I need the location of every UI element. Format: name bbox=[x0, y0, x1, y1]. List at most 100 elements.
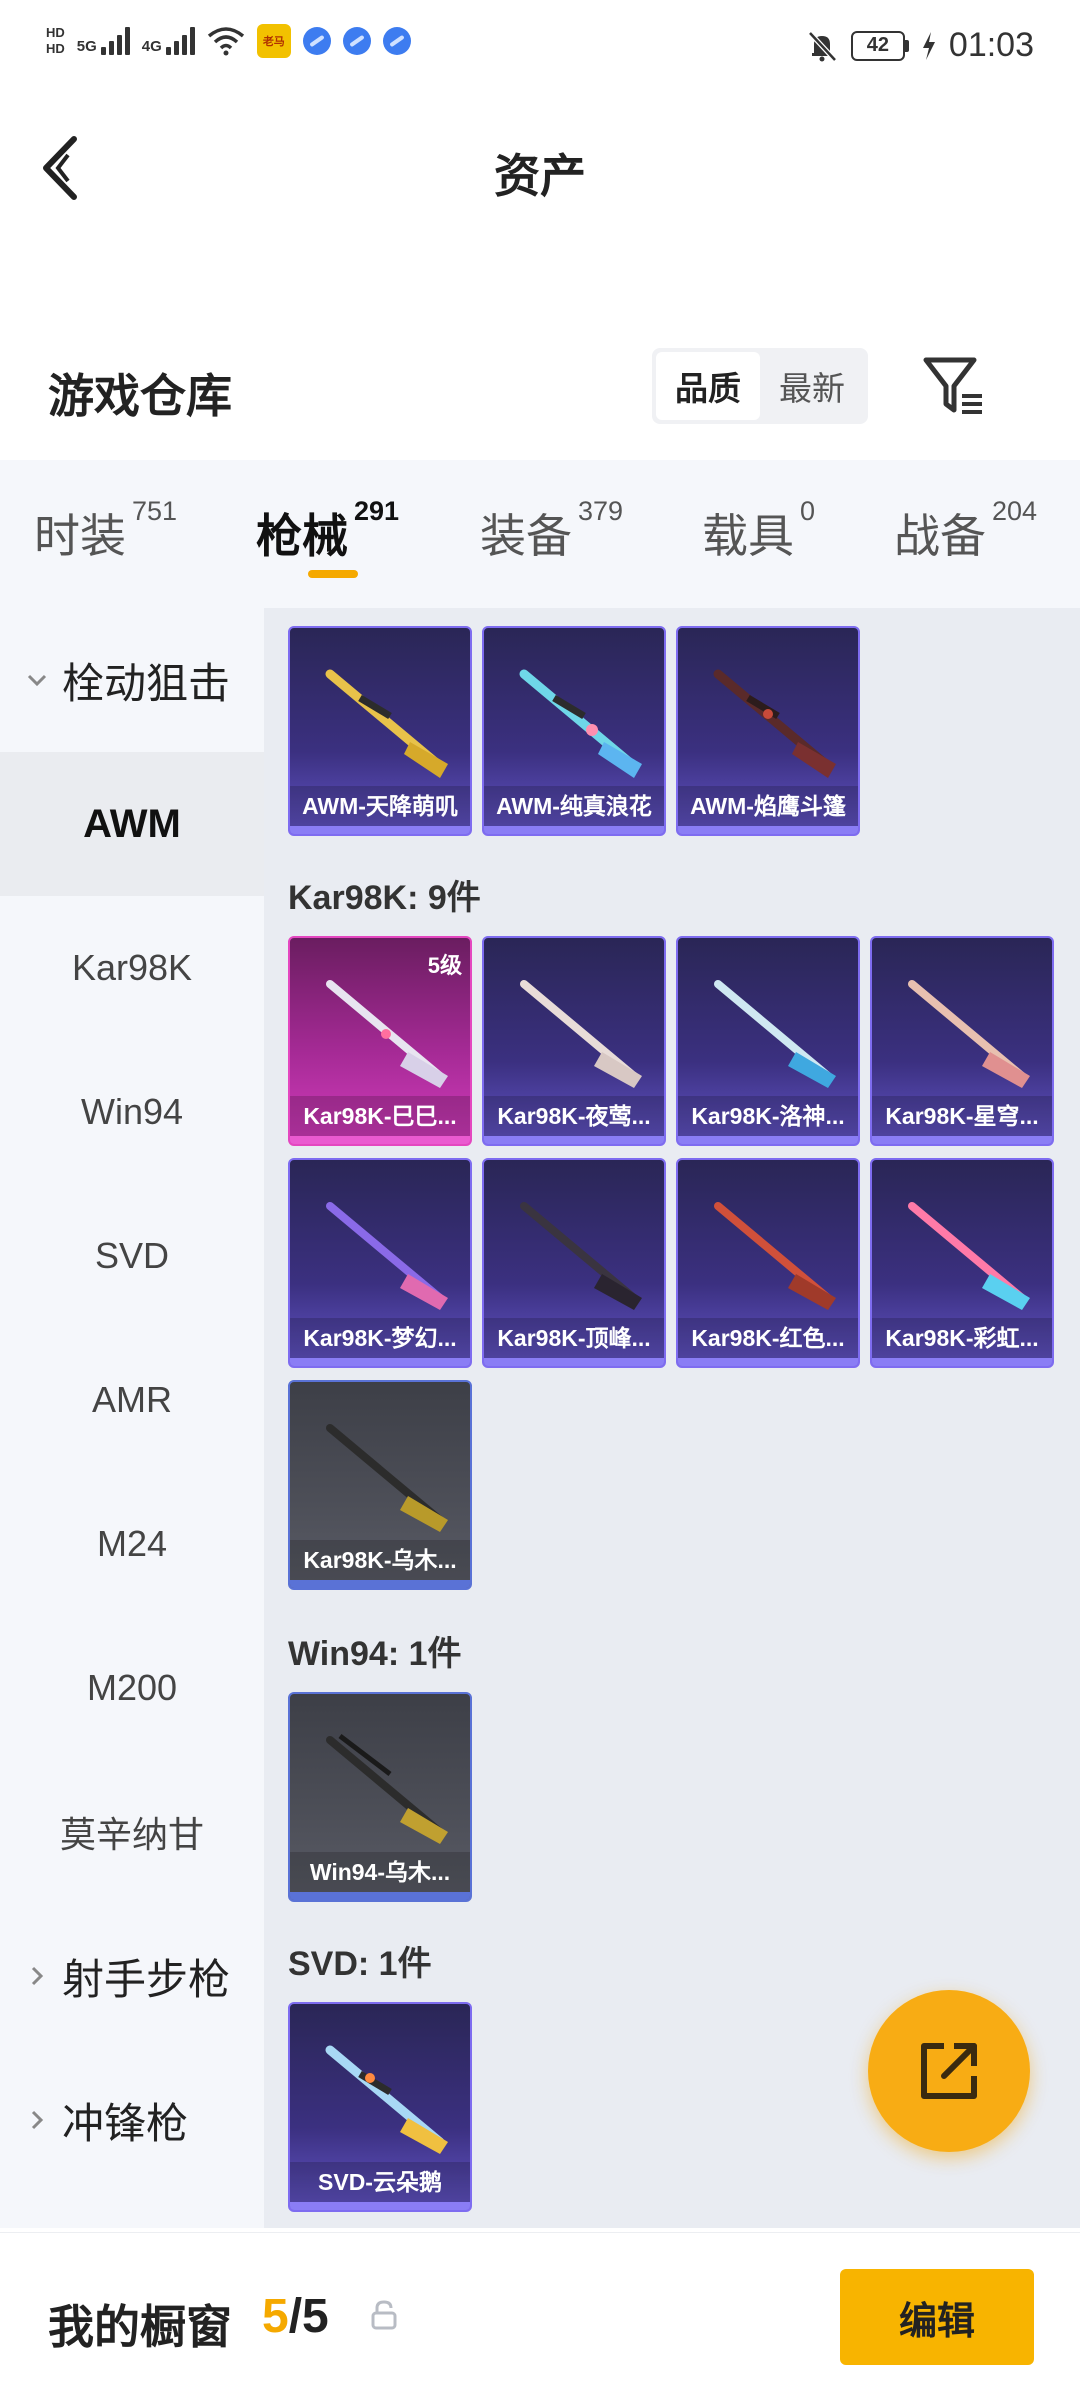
active-tab-indicator bbox=[308, 570, 358, 578]
filter-icon bbox=[923, 357, 982, 414]
weapon-type-sidebar: 栓动狙击 AWM Kar98K Win94 SVD AMR M24 M200 莫… bbox=[0, 608, 264, 2228]
weapon-name: Kar98K-梦幻... bbox=[290, 1318, 470, 1358]
weapon-card[interactable]: AWM-纯真浪花 bbox=[482, 626, 666, 836]
weapon-card[interactable]: AWM-天降萌叽 bbox=[288, 626, 472, 836]
sidebar-item-kar98k[interactable]: Kar98K bbox=[0, 896, 264, 1040]
showcase-title: 我的橱窗 bbox=[48, 2301, 232, 2353]
notification-dot-icon bbox=[382, 27, 411, 55]
rifle-icon bbox=[326, 1202, 448, 1310]
tab-outfit[interactable]: 时装 751 bbox=[34, 496, 177, 566]
showcase-count-separator: / bbox=[288, 2290, 303, 2343]
sidebar-group-label: 射手步枪 bbox=[62, 1955, 231, 2003]
weapon-name: Kar98K-夜莺... bbox=[484, 1096, 664, 1136]
showcase-count-current: 5 bbox=[262, 2290, 289, 2343]
signal-bars-icon bbox=[165, 27, 195, 55]
clock: 01:03 bbox=[948, 26, 1034, 64]
share-fab-button[interactable] bbox=[868, 1990, 1030, 2152]
weapon-card[interactable]: SVD-云朵鹅 bbox=[288, 2002, 472, 2212]
sort-toggle: 品质 最新 bbox=[652, 348, 868, 424]
net-5g-label: 5G bbox=[76, 38, 97, 55]
status-left: HD HD 5G 4G 老马 bbox=[46, 24, 411, 58]
sidebar-item-mosin[interactable]: 莫辛纳甘 bbox=[0, 1760, 264, 1904]
group-label-svd: SVD: 1件 bbox=[288, 1945, 432, 1983]
weapon-card[interactable]: Kar98K-顶峰... bbox=[482, 1158, 666, 1368]
weapon-card[interactable]: Kar98K-红色... bbox=[676, 1158, 860, 1368]
rifle-icon bbox=[520, 1202, 642, 1310]
group-label-kar98k: Kar98K: 9件 bbox=[288, 879, 481, 917]
weapon-card[interactable]: Kar98K-星穹... bbox=[870, 936, 1054, 1146]
category-tabs: 时装 751 枪械 291 装备 379 载具 0 战备 204 bbox=[0, 460, 1080, 608]
charging-bolt-icon bbox=[922, 31, 935, 60]
tab-count: 751 bbox=[132, 496, 178, 526]
tab-vehicles[interactable]: 载具 0 bbox=[702, 496, 815, 566]
hd-top: HD bbox=[46, 25, 65, 40]
edit-button[interactable]: 编辑 bbox=[840, 2269, 1034, 2365]
tab-count: 291 bbox=[354, 496, 400, 526]
sidebar-group-label: 栓动狙击 bbox=[62, 659, 231, 707]
weapon-card[interactable]: 5级 Kar98K-巳巳... bbox=[288, 936, 472, 1146]
status-bar: HD HD 5G 4G 老马 42 01:03 bbox=[0, 0, 1080, 100]
weapon-card[interactable]: Kar98K-洛神... bbox=[676, 936, 860, 1146]
rifle-icon bbox=[908, 980, 1030, 1088]
weapon-name: Kar98K-洛神... bbox=[678, 1096, 858, 1136]
weapon-card[interactable]: Kar98K-乌木... bbox=[288, 1380, 472, 1590]
tab-equipment[interactable]: 装备 379 bbox=[480, 496, 623, 566]
app-icon-text: 老马 bbox=[262, 36, 285, 48]
weapon-card[interactable]: Kar98K-夜莺... bbox=[482, 936, 666, 1146]
sidebar-item-svd[interactable]: SVD bbox=[0, 1184, 264, 1328]
weapon-card[interactable]: AWM-焰鹰斗篷 bbox=[676, 626, 860, 836]
rifle-icon bbox=[326, 1734, 448, 1844]
weapon-name: Kar98K-巳巳... bbox=[290, 1096, 470, 1136]
weapon-grid: AWM-天降萌叽 AWM-纯真浪花 AWM-焰鹰斗篷 Kar98K: 9件 5级 bbox=[264, 608, 1080, 2228]
rifle-icon bbox=[520, 980, 642, 1088]
tab-count: 379 bbox=[578, 496, 624, 526]
tab-supplies[interactable]: 战备 204 bbox=[894, 496, 1037, 566]
signal-5g: 5G bbox=[77, 27, 130, 55]
weapon-name: SVD-云朵鹅 bbox=[290, 2162, 470, 2202]
group-label-win94: Win94: 1件 bbox=[288, 1635, 462, 1673]
tab-guns[interactable]: 枪械 291 bbox=[256, 496, 399, 566]
tab-label: 载具 bbox=[702, 510, 794, 562]
sidebar-item-m200[interactable]: M200 bbox=[0, 1616, 264, 1760]
weapon-card[interactable]: Win94-乌木... bbox=[288, 1692, 472, 1902]
page-title: 资产 bbox=[494, 150, 586, 202]
filter-button[interactable] bbox=[922, 356, 988, 418]
rifle-icon bbox=[326, 1424, 448, 1532]
showcase-count-max: 5 bbox=[302, 2290, 329, 2343]
weapon-name: Kar98K-彩虹... bbox=[872, 1318, 1052, 1358]
sidebar-item-awm[interactable]: AWM bbox=[0, 752, 264, 896]
weapon-name: AWM-纯真浪花 bbox=[484, 786, 664, 826]
sidebar-item-m24[interactable]: M24 bbox=[0, 1472, 264, 1616]
weapon-name: Kar98K-星穹... bbox=[872, 1096, 1052, 1136]
rifle-icon bbox=[325, 669, 448, 778]
tab-label: 时装 bbox=[34, 510, 126, 562]
app-notification-icon: 老马 bbox=[256, 24, 291, 58]
status-right: 42 01:03 bbox=[805, 26, 1034, 65]
chevron-right-icon bbox=[31, 2110, 44, 2130]
weapon-name: Kar98K-乌木... bbox=[290, 1540, 470, 1580]
weapon-name: Kar98K-红色... bbox=[678, 1318, 858, 1358]
bell-muted-icon bbox=[808, 30, 837, 62]
net-4g-label: 4G bbox=[141, 38, 162, 55]
sort-quality-button[interactable]: 品质 bbox=[656, 352, 760, 420]
tab-label: 枪械 bbox=[256, 510, 348, 562]
battery-level: 42 bbox=[850, 30, 905, 61]
weapon-name: AWM-焰鹰斗篷 bbox=[678, 786, 858, 826]
showcase-bar: 我的橱窗 5/5 编辑 bbox=[0, 2232, 1080, 2400]
sidebar-item-amr[interactable]: AMR bbox=[0, 1328, 264, 1472]
sidebar-group-label: 冲锋枪 bbox=[62, 2099, 189, 2147]
rifle-icon bbox=[714, 1202, 836, 1310]
sidebar-item-win94[interactable]: Win94 bbox=[0, 1040, 264, 1184]
weapon-card[interactable]: Kar98K-彩虹... bbox=[870, 1158, 1054, 1368]
warehouse-title: 游戏仓库 bbox=[48, 370, 232, 422]
sort-newest-button[interactable]: 最新 bbox=[760, 352, 864, 420]
rifle-icon bbox=[714, 980, 836, 1088]
share-icon bbox=[921, 2043, 977, 2099]
sidebar-group-bolt-action[interactable]: 栓动狙击 bbox=[0, 608, 264, 752]
sidebar-group-smg[interactable]: 冲锋枪 bbox=[0, 2048, 264, 2192]
wifi-icon bbox=[207, 27, 244, 56]
weapon-card[interactable]: Kar98K-梦幻... bbox=[288, 1158, 472, 1368]
rifle-icon bbox=[713, 669, 836, 778]
rifle-icon bbox=[908, 1202, 1030, 1310]
sidebar-group-marksman[interactable]: 射手步枪 bbox=[0, 1904, 264, 2048]
